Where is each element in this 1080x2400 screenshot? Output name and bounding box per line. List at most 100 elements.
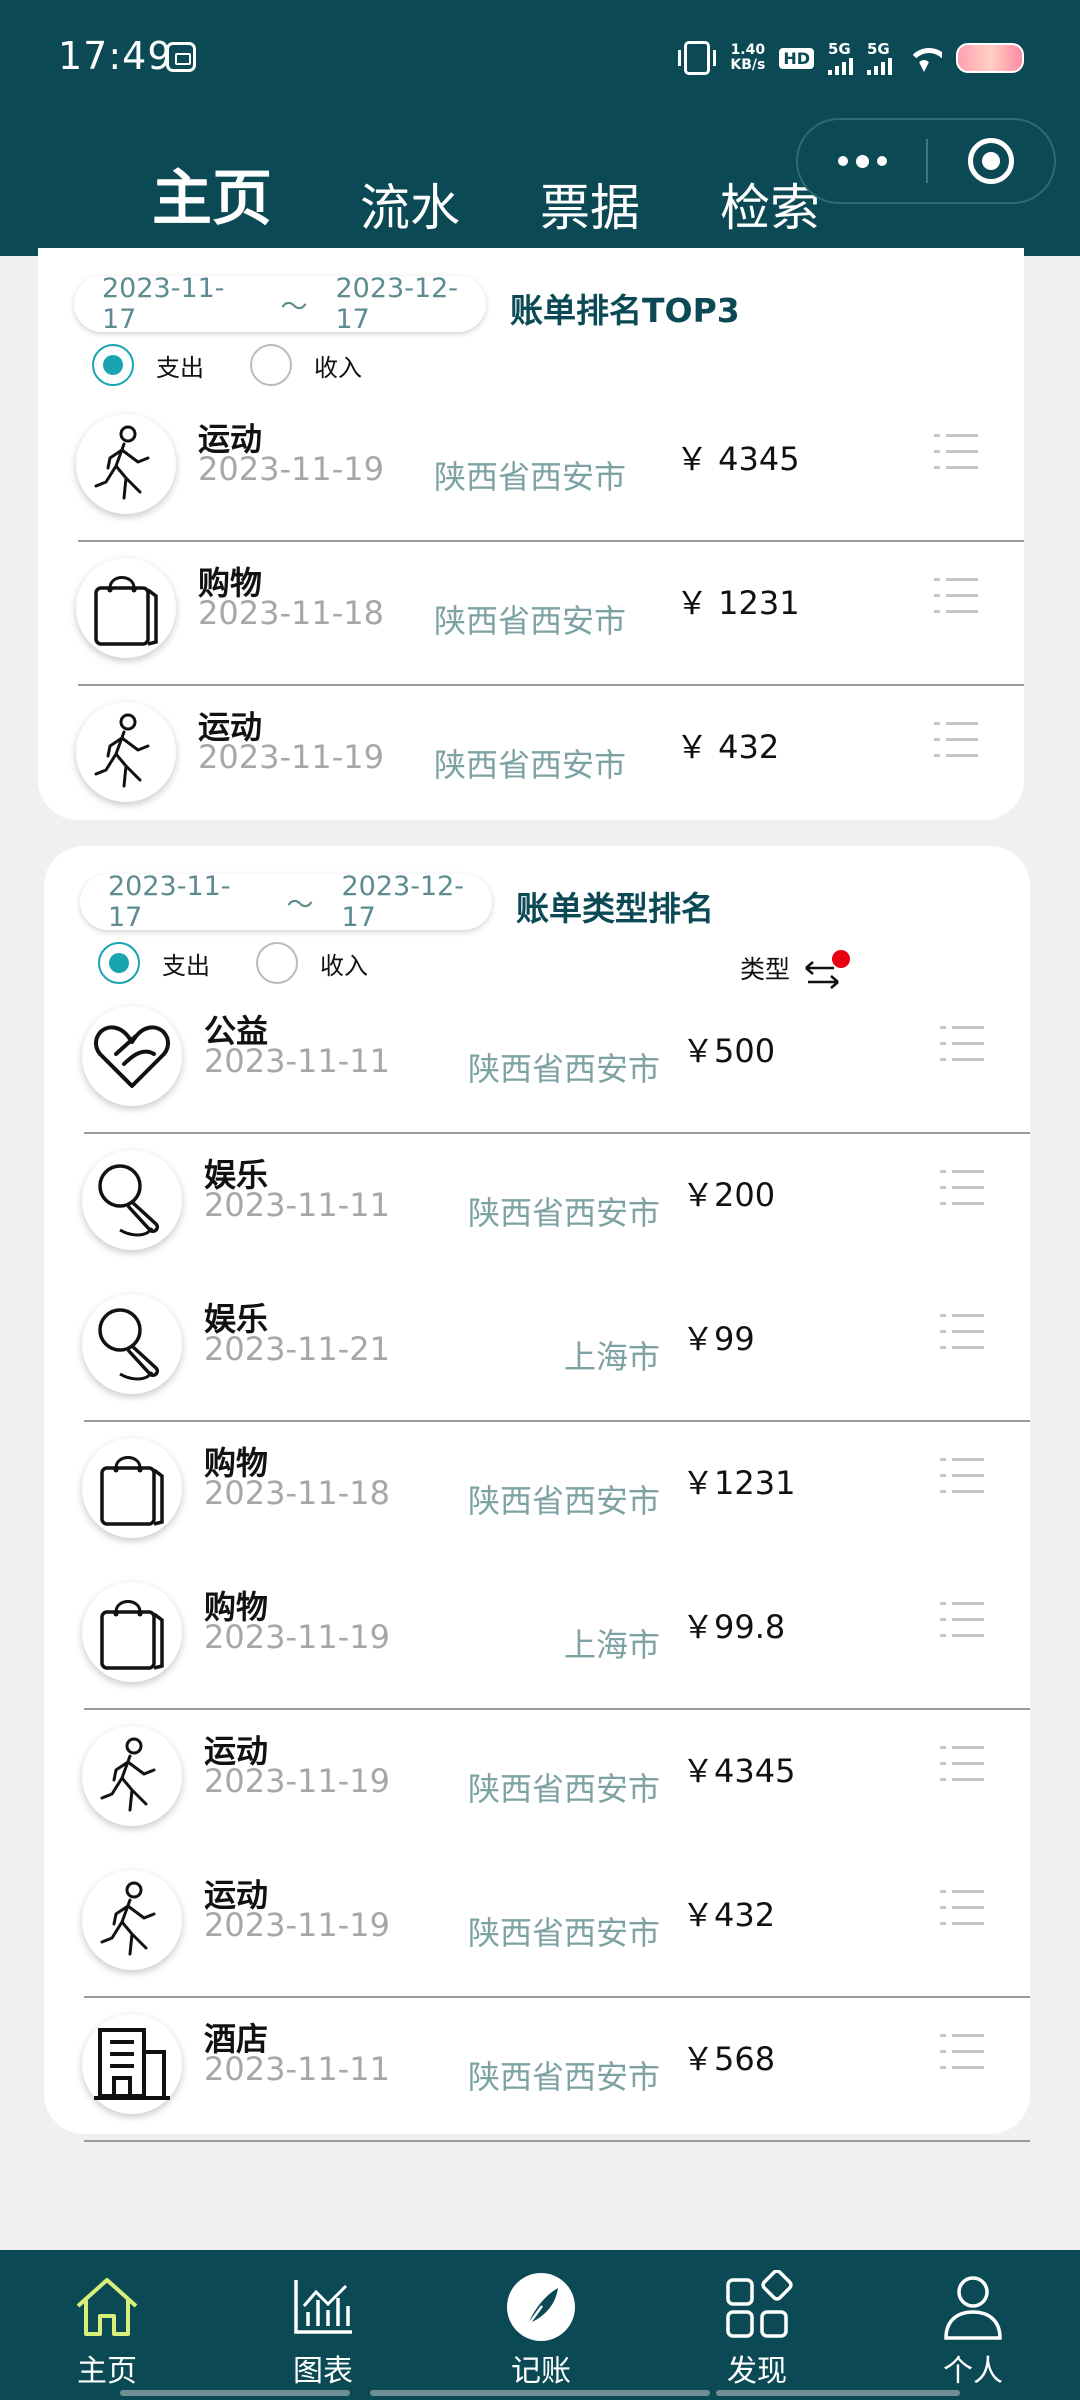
radio-income-circle bbox=[256, 942, 298, 984]
row-menu-icon[interactable] bbox=[940, 1456, 984, 1496]
bottom-tab-label: 图表 bbox=[293, 2354, 353, 2389]
shopping-bag-icon bbox=[82, 1438, 182, 1538]
radio-expense[interactable]: 支出 bbox=[92, 344, 204, 386]
bottom-tab-home[interactable]: 主页 bbox=[32, 2250, 182, 2400]
row-date: 2023-11-18 bbox=[198, 594, 384, 632]
list-item[interactable]: 购物 2023-11-19 上海市 ￥99.8 bbox=[44, 1566, 1030, 1710]
list-item[interactable]: 运动 2023-11-19 陕西省西安市 ￥ 4345 bbox=[38, 398, 1024, 542]
radio-income-label: 收入 bbox=[314, 353, 362, 382]
status-indicators: 1.40 KB/s HD 5G 5G bbox=[678, 36, 1024, 80]
bottom-tab-record[interactable]: 记账 bbox=[466, 2250, 616, 2400]
row-menu-icon[interactable] bbox=[940, 1024, 984, 1064]
top3-card: 2023-11-17 ～ 2023-12-17 账单排名TOP3 支出 收入 运… bbox=[38, 248, 1024, 820]
bottom-tab-discover[interactable]: 发现 bbox=[682, 2250, 832, 2400]
network-speed-value: 1.40 bbox=[730, 42, 766, 58]
hd-icon: HD bbox=[779, 47, 814, 69]
microphone-icon bbox=[82, 1294, 182, 1394]
list-item[interactable]: 购物 2023-11-18 陕西省西安市 ￥1231 bbox=[44, 1422, 1030, 1566]
bottom-tab-bar: 主页 图表 记账 发现 个人 bbox=[0, 2250, 1080, 2400]
chart-icon bbox=[294, 2280, 352, 2334]
sort-type-label[interactable]: 类型 bbox=[740, 950, 790, 986]
row-menu-icon[interactable] bbox=[934, 720, 978, 760]
bottom-tab-label: 记账 bbox=[511, 2354, 571, 2389]
row-location: 陕西省西安市 bbox=[433, 458, 626, 496]
list-item[interactable]: 娱乐 2023-11-11 陕西省西安市 ￥200 bbox=[44, 1134, 1030, 1278]
date-separator: ～ bbox=[280, 291, 308, 323]
list-item[interactable]: 娱乐 2023-11-21 上海市 ￥99 bbox=[44, 1278, 1030, 1422]
list-item[interactable]: 购物 2023-11-18 陕西省西安市 ￥ 1231 bbox=[38, 542, 1024, 686]
app-notification-icon bbox=[166, 42, 196, 72]
battery-icon bbox=[956, 43, 1024, 73]
row-date: 2023-11-11 bbox=[204, 1186, 390, 1224]
row-menu-icon[interactable] bbox=[934, 576, 978, 616]
status-bar: 17:49 1.40 KB/s HD 5G 5G bbox=[0, 0, 1080, 112]
row-date: 2023-11-19 bbox=[204, 1906, 390, 1944]
running-person-icon bbox=[82, 1870, 182, 1970]
date-start: 2023-11-17 bbox=[102, 273, 225, 335]
row-menu-icon[interactable] bbox=[940, 1744, 984, 1784]
list-item[interactable]: 公益 2023-11-11 陕西省西安市 ￥500 bbox=[44, 990, 1030, 1134]
row-menu-icon[interactable] bbox=[940, 1600, 984, 1640]
row-menu-icon[interactable] bbox=[940, 2032, 984, 2072]
tab-receipts[interactable]: 票据 bbox=[540, 168, 640, 240]
person-icon bbox=[944, 2276, 1002, 2340]
radio-expense[interactable]: 支出 bbox=[98, 942, 210, 984]
date-range-picker[interactable]: 2023-11-17 ～ 2023-12-17 bbox=[74, 273, 486, 335]
running-person-icon bbox=[82, 1726, 182, 1826]
radio-income[interactable]: 收入 bbox=[256, 942, 368, 984]
status-time: 17:49 bbox=[58, 34, 173, 78]
row-amount: ￥99.8 bbox=[682, 1608, 786, 1646]
row-menu-icon[interactable] bbox=[940, 1168, 984, 1208]
row-date: 2023-11-21 bbox=[204, 1330, 390, 1368]
signal-sim2-icon: 5G bbox=[867, 41, 892, 75]
row-location: 陕西省西安市 bbox=[467, 1482, 660, 1520]
row-location: 陕西省西安市 bbox=[467, 1770, 660, 1808]
list-item[interactable]: 酒店 2023-11-11 陕西省西安市 ￥568 bbox=[44, 1998, 1030, 2142]
row-location: 陕西省西安市 bbox=[467, 1194, 660, 1232]
row-amount: ￥432 bbox=[682, 1896, 776, 1934]
row-location: 上海市 bbox=[563, 1626, 660, 1664]
more-options-button[interactable] bbox=[798, 120, 926, 202]
sim1-label: 5G bbox=[828, 40, 851, 58]
list-item[interactable]: 运动 2023-11-19 陕西省西安市 ￥4345 bbox=[44, 1710, 1030, 1854]
date-end: 2023-12-17 bbox=[341, 871, 465, 933]
row-date: 2023-11-19 bbox=[204, 1618, 390, 1656]
wifi-icon bbox=[906, 44, 942, 72]
row-date: 2023-11-11 bbox=[204, 1042, 390, 1080]
network-speed: 1.40 KB/s bbox=[730, 43, 765, 73]
feather-pen-icon bbox=[507, 2273, 575, 2341]
close-miniprogram-button[interactable] bbox=[928, 138, 1054, 184]
tab-home[interactable]: 主页 bbox=[152, 150, 272, 237]
bottom-tab-label: 主页 bbox=[77, 2354, 137, 2389]
row-amount: ￥ 4345 bbox=[676, 440, 800, 478]
row-amount: ￥ 1231 bbox=[676, 584, 800, 622]
vibrate-icon bbox=[678, 41, 717, 75]
shopping-bag-icon bbox=[82, 1582, 182, 1682]
bottom-tab-profile[interactable]: 个人 bbox=[898, 2250, 1048, 2400]
date-range-picker[interactable]: 2023-11-17 ～ 2023-12-17 bbox=[80, 871, 492, 933]
gesture-bar bbox=[120, 2390, 350, 2396]
bottom-tab-label: 发现 bbox=[727, 2354, 787, 2389]
row-location: 陕西省西安市 bbox=[433, 746, 626, 784]
list-item[interactable]: 运动 2023-11-19 陕西省西安市 ￥432 bbox=[44, 1854, 1030, 1998]
radio-income[interactable]: 收入 bbox=[250, 344, 362, 386]
bottom-tab-label: 个人 bbox=[943, 2354, 1003, 2389]
row-date: 2023-11-18 bbox=[204, 1474, 390, 1512]
running-person-icon bbox=[76, 414, 176, 514]
target-icon bbox=[968, 138, 1014, 184]
bottom-tab-chart[interactable]: 图表 bbox=[248, 2250, 398, 2400]
row-menu-icon[interactable] bbox=[940, 1888, 984, 1928]
radio-income-label: 收入 bbox=[320, 951, 368, 980]
miniprogram-capsule bbox=[796, 118, 1056, 204]
row-menu-icon[interactable] bbox=[934, 432, 978, 472]
list-item[interactable]: 运动 2023-11-19 陕西省西安市 ￥ 432 bbox=[38, 686, 1024, 830]
row-menu-icon[interactable] bbox=[940, 1312, 984, 1352]
row-location: 上海市 bbox=[563, 1338, 660, 1376]
gesture-bar bbox=[370, 2390, 710, 2396]
tab-flow[interactable]: 流水 bbox=[360, 168, 460, 240]
date-separator: ～ bbox=[286, 889, 314, 921]
running-person-icon bbox=[76, 702, 176, 802]
row-amount: ￥99 bbox=[682, 1320, 755, 1358]
hotel-building-icon bbox=[82, 2014, 182, 2114]
sim2-label: 5G bbox=[867, 40, 890, 58]
